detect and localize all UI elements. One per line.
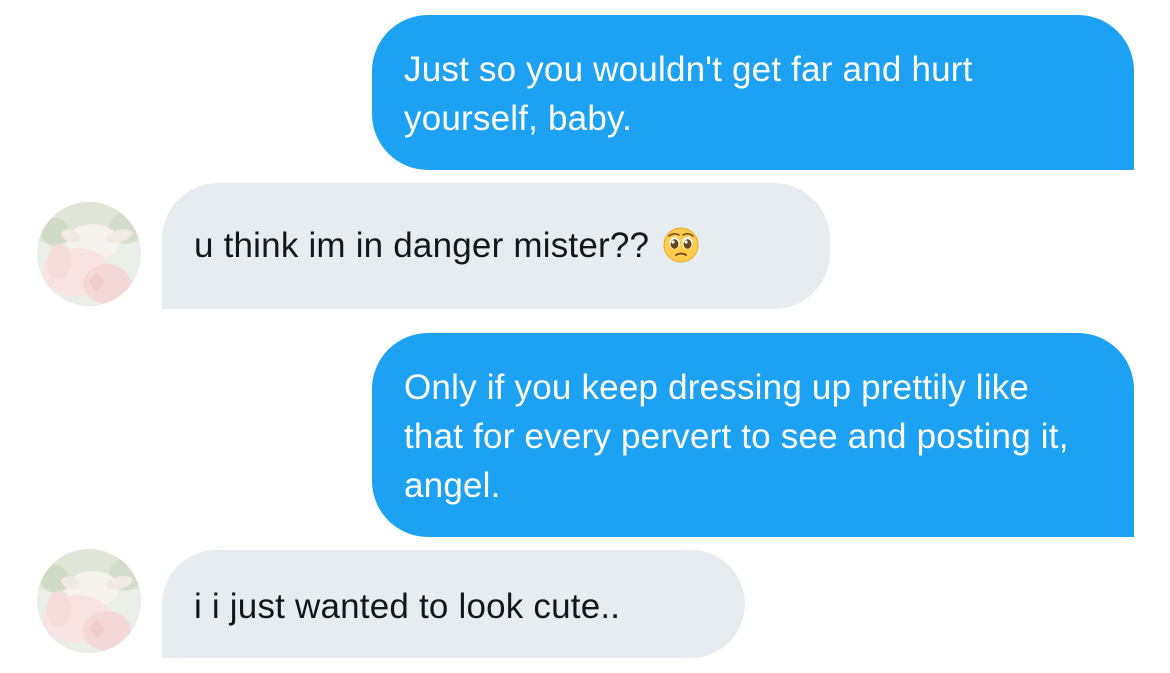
- outgoing-message-bubble[interactable]: Just so you wouldn't get far and hurt yo…: [372, 15, 1134, 170]
- goat-photo-avatar-icon: [37, 549, 141, 653]
- outgoing-message-bubble[interactable]: Only if you keep dressing up prettily li…: [372, 333, 1134, 537]
- incoming-message-bubble[interactable]: i i just wanted to look cute..: [162, 550, 745, 658]
- message-text: Only if you keep dressing up prettily li…: [404, 368, 1069, 505]
- contact-avatar[interactable]: [37, 202, 141, 306]
- message-thread: Just so you wouldn't get far and hurt yo…: [0, 0, 1170, 673]
- contact-avatar[interactable]: [37, 549, 141, 653]
- message-text: i i just wanted to look cute..: [194, 587, 621, 626]
- goat-photo-avatar-icon: [37, 202, 141, 306]
- pleading-face-emoji-icon: [663, 227, 699, 263]
- message-text: Just so you wouldn't get far and hurt yo…: [404, 50, 973, 138]
- incoming-message-bubble[interactable]: u think im in danger mister??: [162, 183, 830, 309]
- message-text: u think im in danger mister??: [194, 226, 650, 265]
